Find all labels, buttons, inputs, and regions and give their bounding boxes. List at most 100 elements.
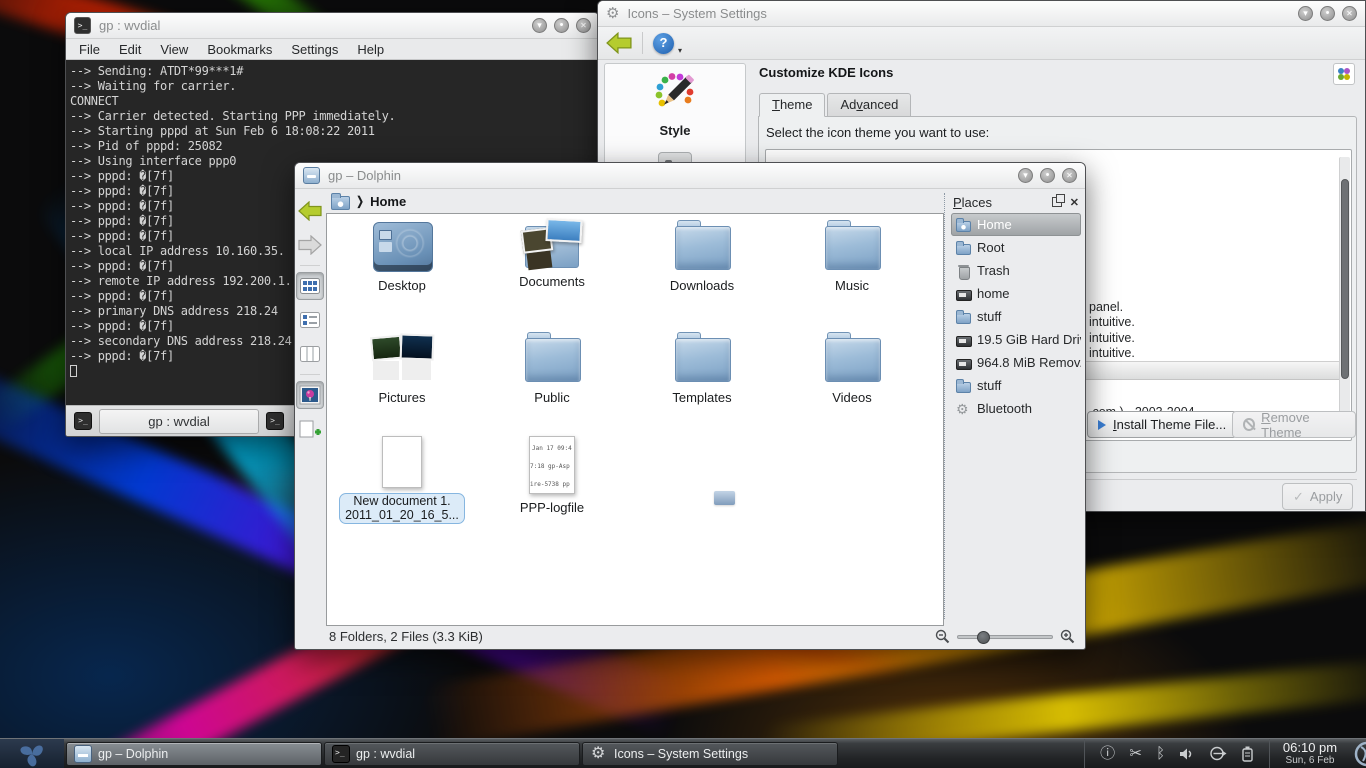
file-preview-text: Jan 17 09:4 7:18 gp-Asp ire-5738 pp pd[1…: [530, 442, 573, 494]
close-button[interactable]: [1342, 6, 1357, 21]
maximize-button[interactable]: [1320, 6, 1335, 21]
info-icon[interactable]: ⓘ: [1100, 746, 1115, 761]
split-view-button[interactable]: [296, 415, 324, 443]
tab[interactable]: Theme: [759, 93, 825, 117]
zoom-slider[interactable]: [957, 635, 1053, 639]
digital-clock[interactable]: 06:10 pm Sun, 6 Feb: [1272, 741, 1348, 766]
menu-item[interactable]: Help: [357, 42, 384, 57]
back-button[interactable]: [296, 197, 324, 225]
file-item-selected[interactable]: New document 1. 2011_01_20_16_5...: [327, 426, 477, 538]
forward-button[interactable]: [296, 231, 324, 259]
minimize-button[interactable]: [532, 18, 547, 33]
panel-toolbox-icon[interactable]: [1349, 739, 1366, 768]
new-tab-button[interactable]: >_: [71, 409, 95, 433]
overview-dots-icon[interactable]: [1333, 63, 1355, 85]
dolphin-statusbar: 8 Folders, 2 Files (3.3 KiB): [295, 624, 1085, 649]
battery-icon[interactable]: [1241, 746, 1254, 762]
zoom-in-icon[interactable]: [1060, 629, 1075, 644]
places-item[interactable]: Root: [951, 236, 1081, 259]
details-view-button[interactable]: [296, 306, 324, 334]
places-item[interactable]: home: [951, 282, 1081, 305]
menu-item[interactable]: Settings: [291, 42, 338, 57]
scrollbar-thumb[interactable]: [1341, 179, 1349, 379]
zoom-slider-knob[interactable]: [977, 631, 990, 644]
folder-icon: [820, 224, 884, 272]
folder-item[interactable]: Pictures: [327, 326, 477, 426]
menu-item[interactable]: Edit: [119, 42, 141, 57]
folder-item[interactable]: Desktop: [327, 214, 477, 326]
text-document-icon: Jan 17 09:4 7:18 gp-Asp ire-5738 pp pd[1…: [529, 436, 575, 494]
select-theme-label: Select the icon theme you want to use:: [766, 125, 989, 140]
folder-item[interactable]: Music: [777, 214, 927, 326]
app-launcher-button[interactable]: [0, 739, 64, 768]
places-item[interactable]: Trash: [951, 259, 1081, 282]
folder-grid: Desktop Documents Downloads Music: [327, 214, 943, 426]
places-item[interactable]: Bluetooth: [951, 397, 1081, 420]
remove-theme-button[interactable]: Remove Theme: [1232, 411, 1356, 438]
install-theme-button[interactable]: Install Theme File...: [1087, 411, 1237, 438]
maximize-button[interactable]: [1040, 168, 1055, 183]
settings-titlebar[interactable]: ⚙ Icons – System Settings: [598, 1, 1365, 27]
menu-item[interactable]: View: [160, 42, 188, 57]
taskbar-task[interactable]: Icons – System Settings: [582, 742, 838, 766]
taskbar-task[interactable]: gp : wvdial: [324, 742, 580, 766]
close-button[interactable]: [576, 18, 591, 33]
minimize-button[interactable]: [1018, 168, 1033, 183]
folder-item[interactable]: Videos: [777, 326, 927, 426]
place-label: stuff: [977, 309, 1001, 324]
back-icon[interactable]: [606, 32, 632, 54]
style-icon[interactable]: [652, 70, 698, 116]
places-item[interactable]: stuff: [951, 305, 1081, 328]
close-button[interactable]: [1062, 168, 1077, 183]
thumbnail-artifact: [714, 491, 735, 505]
clock-date: Sun, 6 Feb: [1272, 755, 1348, 766]
volume-icon[interactable]: [1179, 747, 1195, 761]
columns-view-button[interactable]: [296, 340, 324, 368]
close-tab-button[interactable]: >_: [263, 409, 287, 433]
tab[interactable]: Advanced: [827, 93, 911, 117]
usb-icon[interactable]: [1210, 746, 1227, 761]
places-item[interactable]: Home: [951, 213, 1081, 236]
place-label: home: [977, 286, 1010, 301]
close-panel-icon[interactable]: ✕: [1070, 196, 1079, 209]
scissors-icon[interactable]: ✂: [1129, 746, 1142, 761]
folder-item[interactable]: Downloads: [627, 214, 777, 326]
list-text-fragment: intuitive.: [1089, 315, 1135, 330]
folder-item[interactable]: Templates: [627, 326, 777, 426]
place-icon: [955, 217, 971, 233]
sidebar-item-style[interactable]: Style: [605, 123, 745, 138]
preview-icon: [299, 385, 321, 405]
folder-item[interactable]: Documents: [477, 214, 627, 326]
minimize-button[interactable]: [1298, 6, 1313, 21]
dolphin-titlebar[interactable]: gp – Dolphin: [295, 163, 1085, 189]
place-icon: [955, 401, 971, 417]
help-icon[interactable]: ?: [653, 33, 674, 54]
dolphin-file-view[interactable]: Desktop Documents Downloads Music: [326, 213, 944, 626]
folder-item[interactable]: Public: [477, 326, 627, 426]
chevron-down-icon[interactable]: ▾: [678, 46, 682, 55]
icon-view-button[interactable]: [296, 272, 324, 300]
breadcrumb-home[interactable]: Home: [370, 194, 406, 209]
scrollbar[interactable]: [1339, 157, 1350, 437]
places-item[interactable]: 19.5 GiB Hard Drive: [951, 328, 1081, 351]
apply-button[interactable]: ✓ Apply: [1282, 483, 1353, 510]
float-panel-icon[interactable]: [1052, 197, 1062, 207]
home-folder-icon[interactable]: [330, 193, 350, 209]
menu-item[interactable]: Bookmarks: [207, 42, 272, 57]
folder-icon: [525, 226, 579, 268]
konsole-tab[interactable]: gp : wvdial: [99, 409, 259, 434]
bluetooth-icon[interactable]: ᛒ: [1156, 746, 1165, 761]
taskbar-task[interactable]: gp – Dolphin: [66, 742, 322, 766]
konsole-titlebar[interactable]: >_ gp : wvdial: [66, 13, 599, 39]
menu-item[interactable]: File: [79, 42, 100, 57]
place-icon: [955, 286, 971, 302]
places-item[interactable]: stuff: [951, 374, 1081, 397]
zoom-out-icon[interactable]: [935, 629, 950, 644]
panel-splitter[interactable]: [944, 193, 945, 619]
places-item[interactable]: 964.8 MiB Remov...: [951, 351, 1081, 374]
button-label: Remove Theme: [1261, 410, 1345, 440]
preview-button[interactable]: [296, 381, 324, 409]
maximize-button[interactable]: [554, 18, 569, 33]
breadcrumb-arrow-icon: ❭: [355, 194, 365, 208]
file-item[interactable]: Jan 17 09:4 7:18 gp-Asp ire-5738 pp pd[1…: [477, 426, 627, 538]
